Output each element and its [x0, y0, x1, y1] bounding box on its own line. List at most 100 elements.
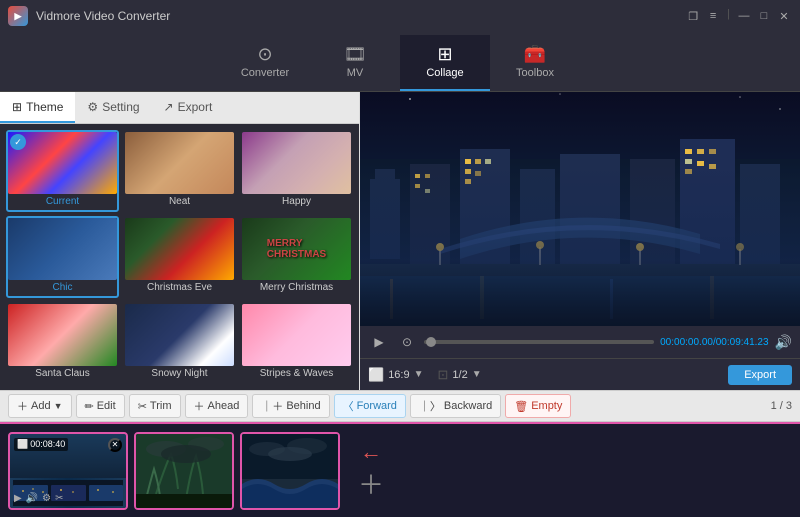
forward-button[interactable]: 〈 Forward	[334, 394, 406, 418]
theme-item-santa-claus[interactable]: Santa Claus	[6, 302, 119, 384]
menu-button[interactable]: ≡	[705, 8, 721, 24]
theme-thumb-santa-claus	[8, 304, 117, 366]
behind-button[interactable]: ｜＋ Behind	[252, 394, 329, 418]
add-clip-icon[interactable]: ＋	[358, 465, 384, 502]
clip-duration: ⬜ 00:08:40	[14, 438, 68, 451]
backward-button[interactable]: ｜〉 Backward	[410, 394, 501, 418]
bottom-controls: ⬜ 16:9 ▼ ⊡ 1/2 ▼ Export	[360, 358, 800, 390]
theme-item-chic[interactable]: Chic	[6, 216, 119, 298]
right-panel: ▶ ⊙ 00:00:00.00/00:09:41.23 🔊 ⬜ 16:9 ▼ ⊡…	[360, 92, 800, 390]
timeline-clip-secondary[interactable]	[134, 432, 234, 510]
title-bar: ▶ Vidmore Video Converter ❐ ≡ | — □ ✕	[0, 0, 800, 32]
ahead-button[interactable]: ＋ Ahead	[185, 394, 249, 418]
stop-button[interactable]: ⊙	[396, 331, 418, 353]
tab-converter[interactable]: ⊙ Converter	[220, 35, 310, 91]
ratio-select[interactable]: ⬜ 16:9 ▼ ⊡ 1/2 ▼	[368, 367, 482, 383]
theme-thumb-merry-christmas: MERRYCHRISTMAS	[242, 218, 351, 280]
theme-thumb-happy	[242, 132, 351, 194]
split-icon: ⊡	[438, 367, 449, 383]
nav-bar: ⊙ Converter 🎞 MV ⊞ Collage 🧰 Toolbox	[0, 32, 800, 92]
tab-collage[interactable]: ⊞ Collage	[400, 35, 490, 91]
theme-thumb-christmas-eve	[125, 218, 234, 280]
subtab-theme-label: Theme	[26, 100, 63, 114]
city-overlay	[360, 162, 800, 326]
theme-label-neat: Neat	[169, 194, 190, 210]
theme-item-stripes-waves[interactable]: Stripes & Waves	[240, 302, 353, 384]
export-button[interactable]: Export	[728, 365, 792, 385]
trim-button[interactable]: ✂ Trim	[129, 394, 181, 418]
subtab-theme[interactable]: ⊞ Theme	[0, 92, 75, 123]
clip-close-button[interactable]: ✕	[108, 438, 122, 452]
subtab-export[interactable]: ↗ Export	[152, 92, 225, 123]
title-bar-controls[interactable]: ❐ ≡ | — □ ✕	[685, 8, 792, 24]
theme-label-santa-claus: Santa Claus	[35, 366, 89, 382]
preview-area	[360, 92, 800, 326]
add-clip-area: ← ＋	[346, 432, 396, 510]
subtab-export-label: Export	[178, 100, 213, 114]
converter-icon: ⊙	[257, 45, 272, 63]
close-button[interactable]: ✕	[776, 8, 792, 24]
split-value: 1/2	[452, 369, 467, 381]
timeline-clip-tertiary[interactable]	[240, 432, 340, 510]
theme-label-chic: Chic	[52, 280, 72, 296]
app-icon: ▶	[8, 6, 28, 26]
theme-item-snowy-night[interactable]: Snowy Night	[123, 302, 236, 384]
clip-play-icon: ▶	[14, 493, 22, 504]
tab-converter-label: Converter	[241, 67, 289, 79]
export-nav-icon: ↗	[164, 100, 174, 114]
theme-item-merry-christmas[interactable]: MERRYCHRISTMAS Merry Christmas	[240, 216, 353, 298]
selected-check: ✓	[10, 134, 26, 150]
tab-collage-label: Collage	[426, 67, 463, 79]
ratio-arrow-icon: ▼	[414, 369, 424, 380]
toolbox-icon: 🧰	[524, 45, 546, 63]
mv-icon: 🎞	[344, 45, 367, 63]
edit-button[interactable]: ✏ Edit	[76, 394, 125, 418]
backward-icon: ｜〉	[419, 398, 441, 414]
tab-mv-label: MV	[347, 67, 364, 79]
clip-cut-icon: ✂	[55, 493, 63, 504]
minimize-button[interactable]: —	[736, 8, 752, 24]
theme-thumb-chic	[8, 218, 117, 280]
ratio-icon: ⬜	[368, 367, 384, 383]
theme-item-christmas-eve[interactable]: Christmas Eve	[123, 216, 236, 298]
ratio-value: 16:9	[388, 369, 409, 381]
restore-button[interactable]: ❐	[685, 8, 701, 24]
forward-icon: 〈	[343, 398, 354, 414]
theme-item-happy[interactable]: Happy	[240, 130, 353, 212]
ahead-icon: ＋	[194, 398, 205, 414]
clip-secondary-svg	[136, 434, 232, 508]
trim-icon: ✂	[138, 400, 147, 413]
theme-label-merry-christmas: Merry Christmas	[260, 280, 333, 296]
theme-label-christmas-eve: Christmas Eve	[147, 280, 212, 296]
clip-tertiary-svg	[242, 434, 338, 508]
empty-icon: 🗑	[514, 400, 528, 413]
add-dropdown-icon: ▼	[54, 401, 63, 411]
theme-thumb-neat	[125, 132, 234, 194]
clip-duration-icon: ⬜	[17, 439, 28, 450]
play-button[interactable]: ▶	[368, 331, 390, 353]
theme-thumb-current: ✓	[8, 132, 117, 194]
timeline-clip-main[interactable]: ⬜ 00:08:40 ✕ ▶ 🔊 ⚙	[8, 432, 128, 510]
progress-bar[interactable]	[424, 340, 654, 344]
add-icon: ＋	[17, 398, 28, 414]
theme-thumb-stripes	[242, 304, 351, 366]
edit-icon: ✏	[85, 400, 94, 413]
tab-toolbox[interactable]: 🧰 Toolbox	[490, 35, 580, 91]
theme-item-current[interactable]: ✓ Current	[6, 130, 119, 212]
maximize-button[interactable]: □	[756, 8, 772, 24]
subtab-setting[interactable]: ⚙ Setting	[75, 92, 151, 123]
app-title: Vidmore Video Converter	[36, 9, 170, 23]
left-panel: ⊞ Theme ⚙ Setting ↗ Export ✓ Current	[0, 92, 360, 390]
theme-item-neat[interactable]: Neat	[123, 130, 236, 212]
page-indicator: 1 / 3	[771, 400, 792, 412]
tab-mv[interactable]: 🎞 MV	[310, 35, 400, 91]
empty-button[interactable]: 🗑 Empty	[505, 394, 571, 418]
clip-audio-icon: 🔊	[26, 493, 38, 504]
add-button[interactable]: ＋ Add ▼	[8, 394, 72, 418]
action-bar: ＋ Add ▼ ✏ Edit ✂ Trim ＋ Ahead ｜＋ Behind …	[0, 390, 800, 422]
theme-label-stripes-waves: Stripes & Waves	[260, 366, 334, 382]
clip-action-icons: ▶ 🔊 ⚙ ✂	[14, 493, 64, 504]
volume-icon[interactable]: 🔊	[775, 334, 792, 351]
red-arrow-icon: ←	[360, 439, 382, 465]
theme-label-snowy-night: Snowy Night	[151, 366, 207, 382]
